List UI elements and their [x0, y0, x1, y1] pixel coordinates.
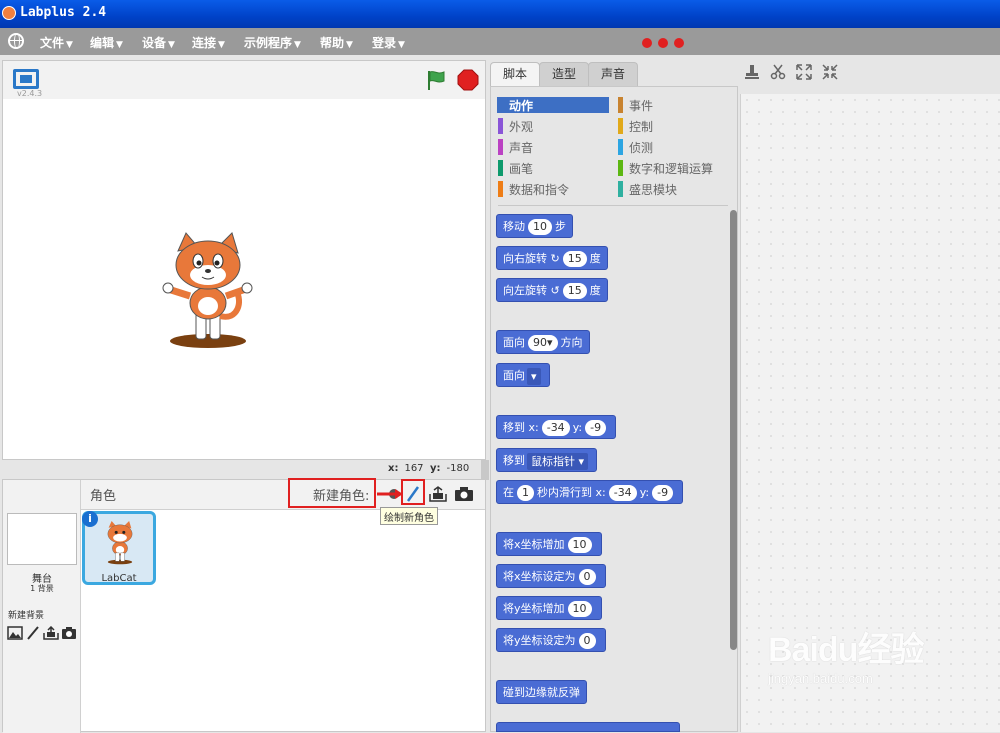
status-dot: [674, 38, 684, 48]
camera-backdrop-icon[interactable]: [61, 626, 77, 640]
stage-thumbnail[interactable]: [7, 513, 77, 565]
cat-sprite-on-stage[interactable]: [158, 231, 258, 351]
block-partial-cutoff[interactable]: [496, 722, 680, 732]
menu-help[interactable]: 帮助 ▼: [320, 34, 353, 51]
block-point-towards[interactable]: 面向 ▾: [496, 363, 550, 387]
tab-scripts[interactable]: 脚本: [490, 62, 540, 87]
category-operators[interactable]: 数字和逻辑运算: [617, 160, 713, 176]
palette-scrollbar[interactable]: [730, 210, 737, 650]
category-control[interactable]: 控制: [617, 118, 653, 134]
category-pen[interactable]: 画笔: [497, 160, 533, 176]
collapse-stage-handle[interactable]: [481, 460, 489, 480]
new-backdrop-label: 新建背景: [8, 611, 45, 621]
fullscreen-icon[interactable]: [13, 69, 39, 89]
category-sensing[interactable]: 侦测: [617, 139, 653, 155]
block-set-y[interactable]: 将y坐标设定为 0: [496, 628, 606, 652]
menu-file[interactable]: 文件 ▼: [40, 34, 73, 51]
block-change-x[interactable]: 将x坐标增加 10: [496, 532, 602, 556]
stop-icon[interactable]: [457, 69, 479, 91]
mouse-coords-y: y: -180: [430, 463, 470, 474]
camera-sprite-icon[interactable]: [454, 486, 474, 502]
sprites-title: 角色: [90, 489, 117, 504]
upload-sprite-icon[interactable]: [428, 486, 448, 502]
rotate-left-icon: ↺: [550, 284, 560, 297]
cat-thumbnail-image: [107, 520, 133, 565]
paint-new-sprite-icon[interactable]: [403, 486, 423, 502]
menu-edit[interactable]: 编辑 ▼: [90, 34, 123, 51]
block-change-y[interactable]: 将y坐标增加 10: [496, 596, 602, 620]
block-point-direction[interactable]: 面向 90▾ 方向: [496, 330, 590, 354]
block-goto-target[interactable]: 移到 鼠标指针 ▾: [496, 448, 598, 472]
stage-column: 舞台 1 背景 新建背景: [3, 480, 81, 733]
sprite-thumbnail-labcat[interactable]: i LabCat: [82, 511, 156, 585]
block-bounce-edge[interactable]: 碰到边缘就反弹: [496, 680, 587, 704]
tab-sounds[interactable]: 声音: [588, 62, 638, 86]
title-bar: Labplus 2.4: [0, 0, 1000, 28]
palette-divider: [498, 205, 728, 206]
menu-login[interactable]: 登录 ▼: [372, 34, 405, 51]
block-turn-right[interactable]: 向右旋转 ↻ 15 度: [496, 246, 608, 270]
menu-device[interactable]: 设备 ▼: [142, 34, 175, 51]
upload-backdrop-icon[interactable]: [43, 626, 59, 640]
baidu-watermark: Baidu经验 jingyan.baidu.com: [768, 631, 924, 686]
pointer-arrow: [377, 489, 403, 499]
menu-connect[interactable]: 连接 ▼: [192, 34, 225, 51]
backdrop-library-icon[interactable]: [7, 626, 23, 640]
paint-backdrop-icon[interactable]: [25, 626, 41, 640]
block-move-steps[interactable]: 移动 10 步: [496, 214, 573, 238]
sprite-name: LabCat: [101, 573, 137, 584]
stage-panel: v2.4.3: [2, 60, 486, 460]
status-dot: [658, 38, 668, 48]
mouse-coords: x: 167: [388, 463, 424, 474]
category-looks[interactable]: 外观: [497, 118, 533, 134]
block-set-x[interactable]: 将x坐标设定为 0: [496, 564, 606, 588]
block-goto-xy[interactable]: 移到 x: -34 y: -9: [496, 415, 617, 439]
category-motion[interactable]: 动作: [497, 97, 609, 113]
green-flag-icon[interactable]: [425, 69, 447, 91]
rotate-right-icon: ↻: [550, 252, 560, 265]
menu-examples[interactable]: 示例程序 ▼: [244, 34, 301, 51]
shrink-icon[interactable]: [822, 64, 838, 80]
category-events[interactable]: 事件: [617, 97, 653, 113]
status-dot: [642, 38, 652, 48]
grow-icon[interactable]: [796, 64, 812, 80]
paint-tooltip: 绘制新角色: [380, 507, 438, 525]
category-sound[interactable]: 声音: [497, 139, 533, 155]
version-label: v2.4.3: [17, 89, 43, 98]
block-turn-left[interactable]: 向左旋转 ↺ 15 度: [496, 278, 608, 302]
category-labplus-modules[interactable]: 盛思模块: [617, 181, 677, 197]
tab-costumes[interactable]: 造型: [539, 62, 589, 86]
category-data[interactable]: 数据和指令: [497, 181, 569, 197]
highlight-box-label: [288, 478, 376, 508]
window-title: Labplus 2.4: [20, 5, 107, 20]
info-icon[interactable]: i: [82, 511, 98, 527]
block-glide[interactable]: 在 1 秒内滑行到 x: -34 y: -9: [496, 480, 684, 504]
menu-bar: 文件 ▼ 编辑 ▼ 设备 ▼ 连接 ▼ 示例程序 ▼ 帮助 ▼ 登录 ▼: [0, 28, 1000, 55]
scissors-delete-icon[interactable]: [770, 64, 786, 80]
stage-header: v2.4.3: [3, 61, 485, 99]
stage-bg-count: 1 背景: [30, 584, 54, 593]
language-globe-icon[interactable]: [8, 33, 24, 49]
app-cat-icon: [2, 6, 16, 20]
stamp-duplicate-icon[interactable]: [744, 64, 760, 80]
